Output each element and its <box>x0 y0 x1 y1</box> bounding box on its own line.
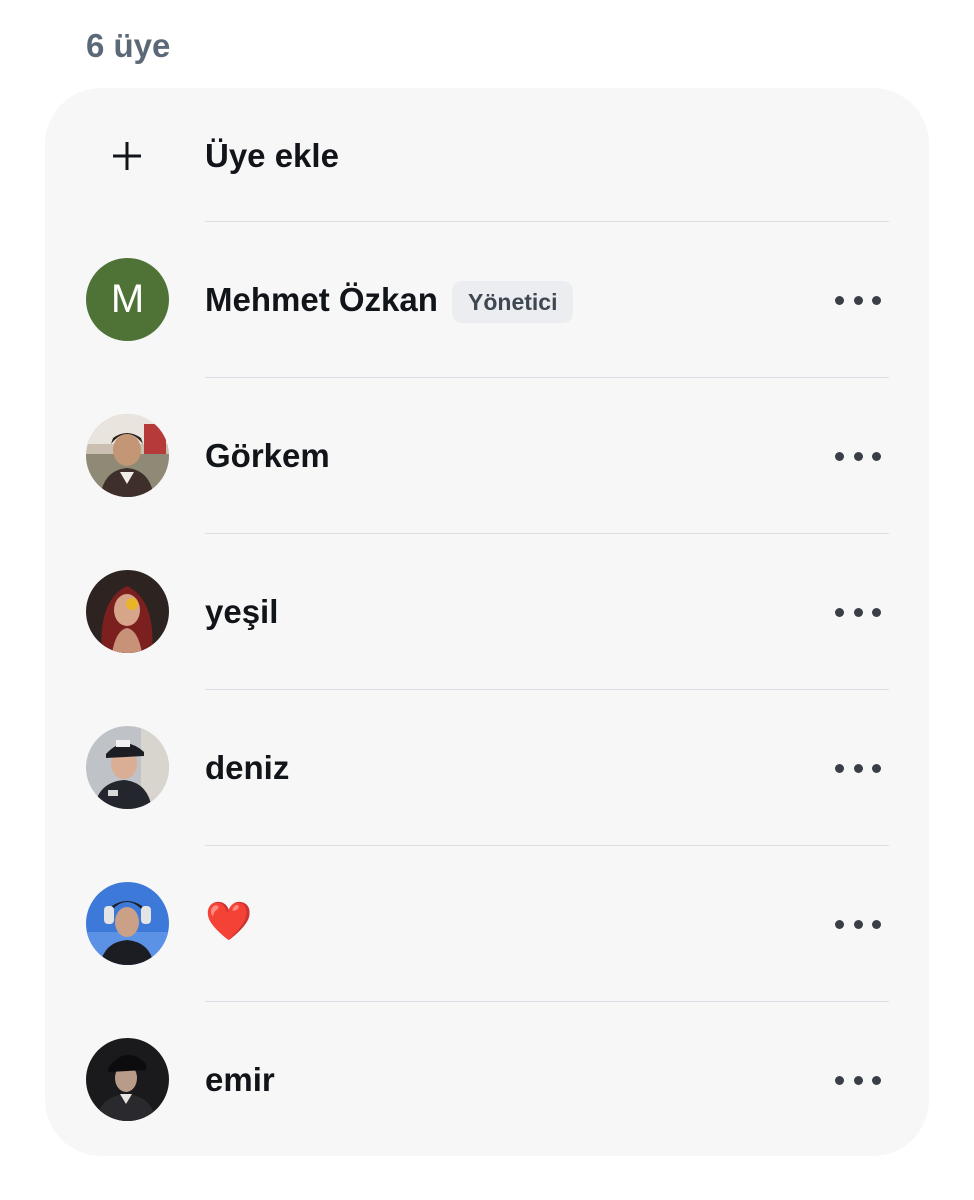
admin-badge: Yönetici <box>452 281 574 323</box>
member-row[interactable]: ❤️ <box>45 846 929 1002</box>
member-row[interactable]: yeşil <box>45 534 929 690</box>
avatar[interactable]: M <box>86 258 169 341</box>
more-horizontal-icon[interactable] <box>835 598 881 626</box>
more-horizontal-icon[interactable] <box>835 910 881 938</box>
more-horizontal-icon[interactable] <box>835 286 881 314</box>
members-card: Üye ekle M Mehmet Özkan Görkem yeşil den… <box>45 88 929 1156</box>
avatar[interactable] <box>86 1038 169 1121</box>
avatar[interactable] <box>86 882 169 965</box>
more-horizontal-icon[interactable] <box>835 754 881 782</box>
member-name: emir <box>205 1061 275 1098</box>
member-row[interactable]: deniz <box>45 690 929 846</box>
member-name: Mehmet Özkan <box>205 281 438 318</box>
more-horizontal-icon[interactable] <box>835 1066 881 1094</box>
avatar[interactable] <box>86 414 169 497</box>
more-horizontal-icon[interactable] <box>835 442 881 470</box>
avatar[interactable] <box>86 570 169 653</box>
member-count-title: 6 üye <box>86 27 171 64</box>
avatar-initial: M <box>110 277 145 321</box>
plus-icon <box>109 138 145 174</box>
member-row[interactable]: Görkem <box>45 378 929 534</box>
add-member-row[interactable]: Üye ekle <box>45 88 929 244</box>
member-row[interactable]: emir <box>45 1002 929 1156</box>
member-name: Görkem <box>205 437 330 474</box>
member-name: deniz <box>205 749 290 786</box>
add-member-label: Üye ekle <box>205 137 339 174</box>
member-name: yeşil <box>205 593 279 630</box>
avatar[interactable] <box>86 726 169 809</box>
member-name: ❤️ <box>205 901 253 943</box>
